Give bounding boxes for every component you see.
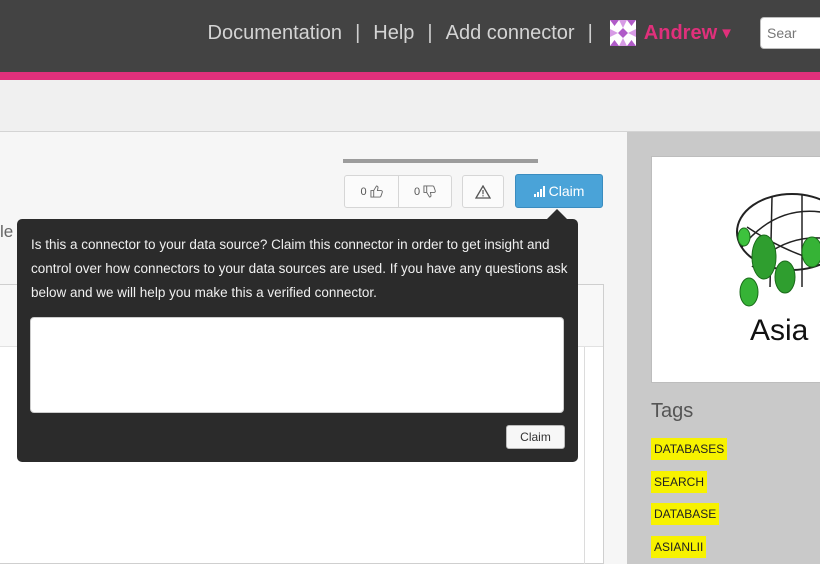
thumbs-down-icon	[423, 185, 436, 198]
nav-link-add-connector[interactable]: Add connector	[446, 22, 575, 45]
partial-text: le	[0, 222, 14, 241]
popover-arrow	[547, 209, 567, 219]
nav-link-documentation[interactable]: Documentation	[208, 22, 343, 45]
nav-separator: |	[427, 21, 433, 44]
tag-item[interactable]: DATABASES	[651, 438, 728, 460]
sidebar: Asia Tags DATABASES SEARCH DATABASE ASIA…	[627, 132, 820, 564]
nav-separator: |	[587, 21, 593, 44]
downvote-button[interactable]: 0	[398, 176, 451, 207]
thumbs-up-icon	[370, 185, 383, 198]
header-rule	[343, 159, 538, 163]
claim-submit-button[interactable]: Claim	[506, 425, 565, 449]
claim-button-label: Claim	[548, 183, 585, 199]
panel-divider	[584, 347, 585, 564]
report-button[interactable]	[462, 175, 504, 208]
caret-down-icon: ▼	[719, 24, 734, 42]
downvote-count: 0	[413, 185, 421, 198]
signal-bars-icon	[533, 185, 545, 197]
globe-logo-icon	[736, 193, 820, 307]
tag-item[interactable]: ASIANLII	[651, 536, 707, 558]
tags-heading: Tags	[651, 400, 694, 422]
vote-group: 0 0	[344, 175, 452, 208]
accent-stripe	[0, 72, 820, 80]
connector-logo: Asia	[651, 156, 820, 383]
claim-message: Is this a connector to your data source?…	[31, 237, 568, 300]
user-name: Andrew	[643, 21, 718, 44]
search-input[interactable]	[760, 17, 820, 49]
claim-button[interactable]: Claim	[515, 174, 603, 208]
tag-item[interactable]: SEARCH	[651, 471, 708, 493]
avatar[interactable]	[609, 20, 636, 46]
top-navbar: Documentation | Help | Add connector | A…	[0, 0, 820, 72]
top-nav-links: Documentation | Help | Add connector | A…	[208, 0, 820, 66]
claim-question-textarea[interactable]	[30, 317, 564, 413]
user-menu[interactable]: Andrew ▼	[644, 22, 734, 45]
tag-item[interactable]: DATABASE	[651, 503, 720, 525]
logo-text: Asia	[750, 314, 809, 347]
claim-popover: Is this a connector to your data source?…	[17, 209, 578, 462]
upvote-button[interactable]: 0	[345, 176, 398, 207]
upvote-count: 0	[360, 185, 367, 198]
warning-icon	[475, 184, 491, 199]
sub-header-bar	[0, 80, 820, 132]
nav-separator: |	[355, 21, 361, 44]
nav-link-help[interactable]: Help	[373, 22, 414, 45]
